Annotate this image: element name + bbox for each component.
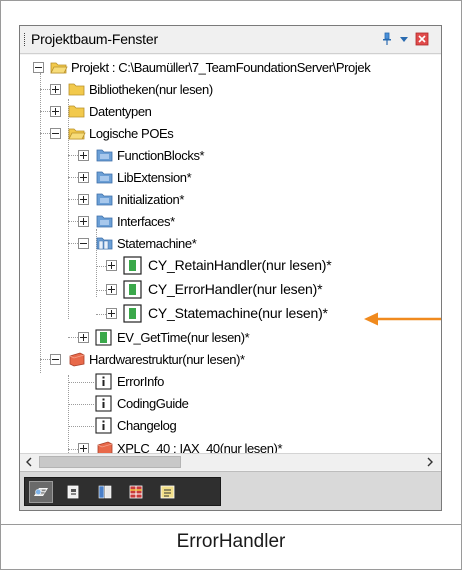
info-document-icon xyxy=(95,417,112,434)
tree-node-label: Interfaces* xyxy=(117,214,175,229)
callout-arrow-icon xyxy=(364,312,441,326)
drag-grip-icon[interactable] xyxy=(24,33,27,46)
tree-node-functionblocks[interactable]: FunctionBlocks* xyxy=(20,145,441,167)
tree-node-interfaces[interactable]: Interfaces* xyxy=(20,211,441,233)
program-block-icon xyxy=(95,329,112,346)
tree-node-statemachine[interactable]: Statemachine* xyxy=(20,233,441,255)
collapse-icon[interactable] xyxy=(50,354,61,365)
bottom-tab-bar xyxy=(20,471,441,510)
scroll-left-icon[interactable] xyxy=(22,456,36,468)
project-tree: Projekt : C:\Baumüller\7_TeamFoundationS… xyxy=(20,55,441,453)
tree-node-label: LibExtension* xyxy=(117,170,192,185)
hardware-icon xyxy=(97,441,113,453)
horizontal-scrollbar[interactable] xyxy=(20,453,441,470)
expand-icon[interactable] xyxy=(78,150,89,161)
close-icon[interactable] xyxy=(415,32,429,46)
folder-blue-icon xyxy=(96,171,113,184)
scroll-right-icon[interactable] xyxy=(423,456,437,468)
folder-open-icon xyxy=(50,62,68,74)
collapse-icon[interactable] xyxy=(33,62,44,73)
figure-caption: ErrorHandler xyxy=(176,531,286,552)
program-block-icon xyxy=(123,280,142,299)
tree-node-errorinfo[interactable]: ErrorInfo xyxy=(20,371,441,393)
info-document-icon xyxy=(95,395,112,412)
tree-node-label: Changelog xyxy=(117,418,177,433)
folder-icon xyxy=(68,83,85,96)
caption-divider xyxy=(1,524,461,525)
folder-open-icon xyxy=(68,128,86,140)
pin-icon[interactable] xyxy=(380,32,394,46)
tree-node-cy-retainhandler[interactable]: CY_RetainHandler(nur lesen)* xyxy=(20,255,441,277)
tree-node-label: Initialization* xyxy=(117,192,184,207)
tree-node-cy-errorhandler[interactable]: CY_ErrorHandler(nur lesen)* xyxy=(20,279,441,301)
tree-node-changelog[interactable]: Changelog xyxy=(20,415,441,437)
expand-icon[interactable] xyxy=(50,84,61,95)
window-title: Projektbaum-Fenster xyxy=(31,31,158,47)
dropdown-menu-icon[interactable] xyxy=(397,32,411,46)
project-tree-window: Projektbaum-Fenster Projekt: C:\Baumüll… xyxy=(19,25,442,511)
tree-node-label: Logische POEs xyxy=(89,126,174,141)
tree-node-datentypen[interactable]: Datentypen xyxy=(20,101,441,123)
tree-node-label: CodingGuide xyxy=(117,396,189,411)
info-document-icon xyxy=(95,373,112,390)
tab-document-icon[interactable] xyxy=(156,481,180,503)
view-tabs xyxy=(24,477,221,506)
figure-frame: Projektbaum-Fenster Projekt: C:\Baumüll… xyxy=(0,0,462,570)
tree-node-hardwarestruktur[interactable]: Hardwarestruktur(nur lesen)* xyxy=(20,349,441,371)
expand-icon[interactable] xyxy=(106,260,117,271)
tree-node-label: XPLC_40 : IAX_40(nur lesen)* xyxy=(117,441,283,453)
folder-icon xyxy=(68,105,85,118)
tab-grid-icon[interactable] xyxy=(124,481,148,503)
tree-node-label: Datentypen xyxy=(89,104,152,119)
tree-node-project-root[interactable]: Projekt : C:\Baumüller\7_TeamFoundationS… xyxy=(20,57,441,79)
expand-icon[interactable] xyxy=(106,308,117,319)
title-bar[interactable]: Projektbaum-Fenster xyxy=(20,26,441,54)
expand-icon[interactable] xyxy=(78,172,89,183)
folder-blue-icon xyxy=(96,215,113,228)
tab-project-tree-icon[interactable] xyxy=(29,481,53,503)
tree-node-xplc40[interactable]: XPLC_40 : IAX_40(nur lesen)* xyxy=(20,438,441,453)
tree-node-label: FunctionBlocks* xyxy=(117,148,205,163)
tree-node-initialization[interactable]: Initialization* xyxy=(20,189,441,211)
tree-node-label: ErrorInfo xyxy=(117,374,164,389)
folder-blue-icon xyxy=(96,193,113,206)
collapse-icon[interactable] xyxy=(78,238,89,249)
tree-node-libextension[interactable]: LibExtension* xyxy=(20,167,441,189)
program-block-icon xyxy=(123,304,142,323)
tree-node-label: CY_RetainHandler(nur lesen)* xyxy=(148,257,332,273)
expand-icon[interactable] xyxy=(78,216,89,227)
tree-node-label: Bibliotheken(nur lesen) xyxy=(89,82,213,97)
collapse-icon[interactable] xyxy=(50,128,61,139)
tab-book-icon[interactable] xyxy=(93,481,117,503)
expand-icon[interactable] xyxy=(78,443,89,453)
expand-icon[interactable] xyxy=(78,332,89,343)
folder-blue-open-icon xyxy=(96,237,113,250)
tree-node-logische-poes[interactable]: Logische POEs xyxy=(20,123,441,145)
tree-node-label: Projekt : C:\Baumüller\7_TeamFoundationS… xyxy=(71,60,371,75)
folder-blue-icon xyxy=(96,149,113,162)
expand-icon[interactable] xyxy=(50,106,61,117)
tree-node-label: Statemachine* xyxy=(117,236,197,251)
expand-icon[interactable] xyxy=(106,284,117,295)
tab-library-icon[interactable] xyxy=(62,481,86,503)
hardware-icon xyxy=(69,352,85,367)
scrollbar-thumb[interactable] xyxy=(39,456,181,468)
expand-icon[interactable] xyxy=(78,194,89,205)
tree-node-label: CY_Statemachine(nur lesen)* xyxy=(148,305,328,321)
tree-node-ev-gettime[interactable]: EV_GetTime(nur lesen)* xyxy=(20,327,441,349)
tree-node-label: EV_GetTime(nur lesen)* xyxy=(117,330,250,345)
program-block-icon xyxy=(123,256,142,275)
tree-node-label: CY_ErrorHandler(nur lesen)* xyxy=(148,281,323,297)
tree-node-bibliotheken[interactable]: Bibliotheken(nur lesen) xyxy=(20,79,441,101)
tree-node-label: Hardwarestruktur(nur lesen)* xyxy=(89,352,245,367)
tree-node-codingguide[interactable]: CodingGuide xyxy=(20,393,441,415)
